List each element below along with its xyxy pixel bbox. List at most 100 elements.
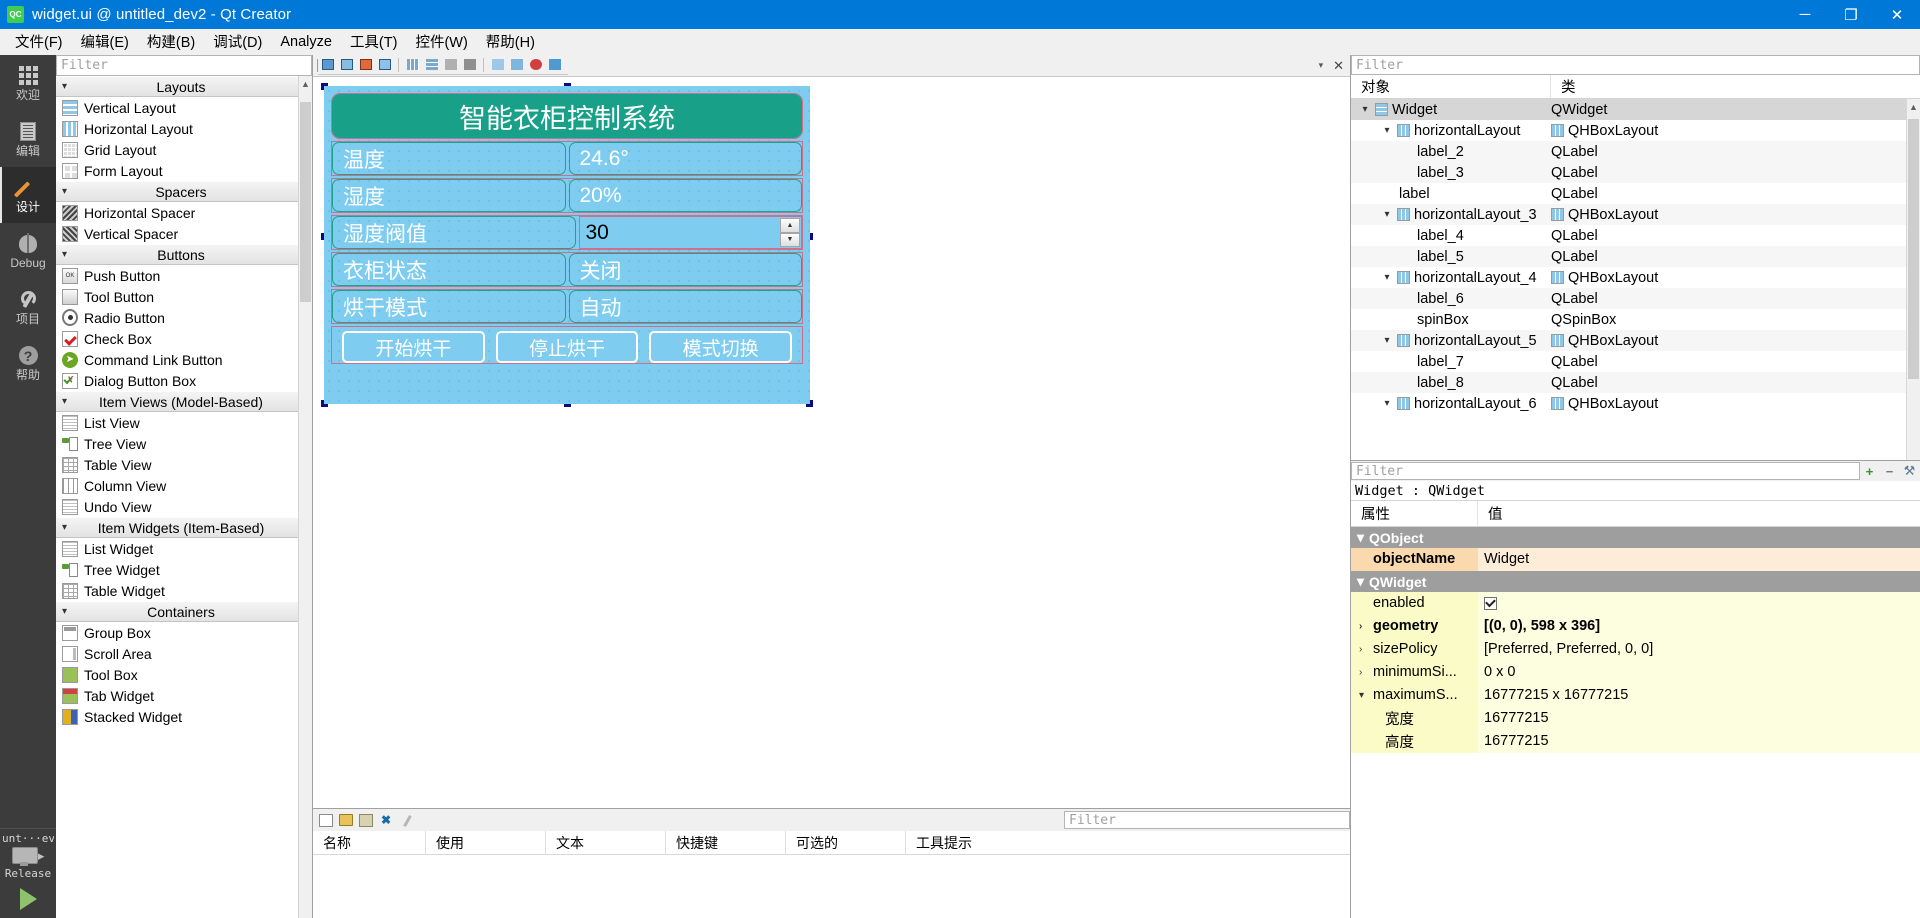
close-button[interactable]: ✕ xyxy=(1874,0,1920,29)
temperature-label[interactable]: 温度 xyxy=(332,142,566,175)
widget-item-horizontal-layout[interactable]: Horizontal Layout xyxy=(56,118,312,139)
property-row-objectName[interactable]: objectName Widget xyxy=(1351,548,1920,571)
property-value[interactable]: Widget xyxy=(1478,548,1920,571)
menu-file[interactable]: 文件(F) xyxy=(6,28,72,55)
delete-action-icon[interactable]: ✖ xyxy=(377,811,395,829)
kit-selector[interactable]: unt···ev2 ▶ Release xyxy=(0,828,56,882)
column-class[interactable]: 类 xyxy=(1551,75,1920,98)
adjust-size-icon[interactable] xyxy=(319,56,336,73)
object-inspector[interactable]: 对象 类 ▾ Widget QWidget ▾ horizontalLayout… xyxy=(1351,75,1920,460)
widget-item-scroll-area[interactable]: Scroll Area xyxy=(56,643,312,664)
splitter-vertical-icon[interactable] xyxy=(461,56,478,73)
property-value[interactable]: 16777215 xyxy=(1478,707,1920,730)
tree-row-label_5[interactable]: label_5 QLabel xyxy=(1351,246,1920,267)
menu-analyze[interactable]: Analyze xyxy=(271,31,341,53)
mode-help[interactable]: ? 帮助 xyxy=(0,335,56,391)
property-group-qwidget[interactable]: ▾ QWidget xyxy=(1351,571,1920,592)
splitter-horizontal-icon[interactable] xyxy=(442,56,459,73)
property-row-minimumSize[interactable]: › minimumSi... 0 x 0 xyxy=(1351,661,1920,684)
tree-row-horizontalLayout_3[interactable]: ▾ horizontalLayout_3 QHBoxLayout xyxy=(1351,204,1920,225)
property-group-qobject[interactable]: ▾ QObject xyxy=(1351,527,1920,548)
enabled-checkbox[interactable] xyxy=(1484,597,1497,610)
tree-row-horizontalLayout_5[interactable]: ▾ horizontalLayout_5 QHBoxLayout xyxy=(1351,330,1920,351)
humidity-value[interactable]: 20% xyxy=(569,179,803,212)
chevron-down-icon[interactable]: ▾ xyxy=(1381,272,1393,283)
lay-out-grid-icon[interactable] xyxy=(376,56,393,73)
tree-row-horizontalLayout[interactable]: ▾ horizontalLayout QHBoxLayout xyxy=(1351,120,1920,141)
column-object[interactable]: 对象 xyxy=(1351,75,1551,98)
close-document-icon[interactable]: ✕ xyxy=(1331,58,1350,74)
widget-item-grid-layout[interactable]: Grid Layout xyxy=(56,139,312,160)
tree-row-label_2[interactable]: label_2 QLabel xyxy=(1351,141,1920,162)
widget-item-command-link-button[interactable]: ➤ Command Link Button xyxy=(56,349,312,370)
switch-mode-button[interactable]: 模式切换 xyxy=(649,331,792,363)
spinbox-up-icon[interactable]: ▲ xyxy=(780,218,800,233)
property-row-height[interactable]: 高度 16777215 xyxy=(1351,730,1920,753)
menu-edit[interactable]: 编辑(E) xyxy=(72,28,138,55)
property-value[interactable]: [(0, 0), 598 x 396] xyxy=(1478,615,1920,638)
widget-category-layouts[interactable]: ▾ Layouts xyxy=(56,76,312,97)
grid-dense-icon[interactable] xyxy=(508,56,525,73)
widget-category-item-views[interactable]: ▾ Item Views (Model-Based) xyxy=(56,391,312,412)
column-shortcut[interactable]: 快捷键 xyxy=(666,831,786,855)
tree-row-label_3[interactable]: label_3 QLabel xyxy=(1351,162,1920,183)
property-value[interactable]: [Preferred, Preferred, 0, 0] xyxy=(1478,638,1920,661)
menu-build[interactable]: 构建(B) xyxy=(138,28,204,55)
mode-debug[interactable]: Debug xyxy=(0,223,56,279)
chevron-right-icon[interactable]: › xyxy=(1359,644,1369,655)
start-drying-button[interactable]: 开始烘干 xyxy=(342,331,485,363)
widget-item-table-widget[interactable]: Table Widget xyxy=(56,580,312,601)
form-canvas[interactable]: 智能衣柜控制系统 温度 24.6° 湿度 20% 湿度阀值 3 xyxy=(313,77,1350,808)
scroll-up-icon[interactable]: ▲ xyxy=(299,76,312,92)
widget-item-stacked-widget[interactable]: Stacked Widget xyxy=(56,706,312,727)
new-action-icon[interactable] xyxy=(317,811,335,829)
widget-item-undo-view[interactable]: Undo View xyxy=(56,496,312,517)
widget-item-dialog-button-box[interactable]: ✗ Dialog Button Box xyxy=(56,370,312,391)
property-row-enabled[interactable]: enabled xyxy=(1351,592,1920,615)
designed-widget[interactable]: 智能衣柜控制系统 温度 24.6° 湿度 20% 湿度阀值 3 xyxy=(324,86,810,404)
widget-item-tree-view[interactable]: Tree View xyxy=(56,433,312,454)
chevron-down-icon[interactable]: ▾ xyxy=(1381,125,1393,136)
widget-box-list[interactable]: ▾ Layouts Vertical Layout Horizontal Lay… xyxy=(56,76,312,918)
column-text[interactable]: 文本 xyxy=(546,831,666,855)
mode-projects[interactable]: 项目 xyxy=(0,279,56,335)
tree-row-horizontalLayout_4[interactable]: ▾ horizontalLayout_4 QHBoxLayout xyxy=(1351,267,1920,288)
widget-item-horizontal-spacer[interactable]: Horizontal Spacer xyxy=(56,202,312,223)
chevron-right-icon[interactable]: › xyxy=(1359,667,1369,678)
remove-property-button[interactable]: − xyxy=(1880,462,1899,481)
configure-property-button[interactable]: ⚒ xyxy=(1900,462,1919,481)
widget-category-containers[interactable]: ▾ Containers xyxy=(56,601,312,622)
tree-row-widget[interactable]: ▾ Widget QWidget xyxy=(1351,99,1920,120)
action-editor-body[interactable] xyxy=(313,855,1350,918)
column-property[interactable]: 属性 xyxy=(1351,501,1478,526)
column-used[interactable]: 使用 xyxy=(426,831,546,855)
property-editor-filter-input[interactable]: Filter xyxy=(1351,462,1860,480)
buddy-edit-icon[interactable] xyxy=(527,56,544,73)
widget-item-form-layout[interactable]: Form Layout xyxy=(56,160,312,181)
form-row-wardrobe-status[interactable]: 衣柜状态 关闭 xyxy=(332,253,802,286)
menu-help[interactable]: 帮助(H) xyxy=(477,28,544,55)
property-value[interactable]: 16777215 x 16777215 xyxy=(1478,684,1920,707)
form-selection[interactable]: 智能衣柜控制系统 温度 24.6° 湿度 20% 湿度阀值 3 xyxy=(321,83,813,407)
form-row-temperature[interactable]: 温度 24.6° xyxy=(332,142,802,175)
stop-drying-button[interactable]: 停止烘干 xyxy=(496,331,639,363)
humidity-threshold-label[interactable]: 湿度阀值 xyxy=(332,216,576,249)
widget-item-table-view[interactable]: Table View xyxy=(56,454,312,475)
tree-row-label_4[interactable]: label_4 QLabel xyxy=(1351,225,1920,246)
tree-row-label[interactable]: label QLabel xyxy=(1351,183,1920,204)
wardrobe-status-label[interactable]: 衣柜状态 xyxy=(332,253,566,286)
mode-welcome[interactable]: 欢迎 xyxy=(0,55,56,111)
minimize-button[interactable]: ─ xyxy=(1782,0,1828,29)
tree-row-horizontalLayout_6[interactable]: ▾ horizontalLayout_6 QHBoxLayout xyxy=(1351,393,1920,414)
tree-row-label_6[interactable]: label_6 QLabel xyxy=(1351,288,1920,309)
tree-row-spinBox[interactable]: spinBox QSpinBox xyxy=(1351,309,1920,330)
tree-row-label_7[interactable]: label_7 QLabel xyxy=(1351,351,1920,372)
widget-box-filter-input[interactable]: Filter xyxy=(56,55,312,76)
property-value[interactable]: 16777215 xyxy=(1478,730,1920,753)
widget-item-list-view[interactable]: List View xyxy=(56,412,312,433)
mode-edit[interactable]: 编辑 xyxy=(0,111,56,167)
widget-item-check-box[interactable]: Check Box xyxy=(56,328,312,349)
lay-out-vertically-icon[interactable] xyxy=(357,56,374,73)
chevron-down-icon[interactable]: ▾ xyxy=(1381,209,1393,220)
humidity-label[interactable]: 湿度 xyxy=(332,179,566,212)
